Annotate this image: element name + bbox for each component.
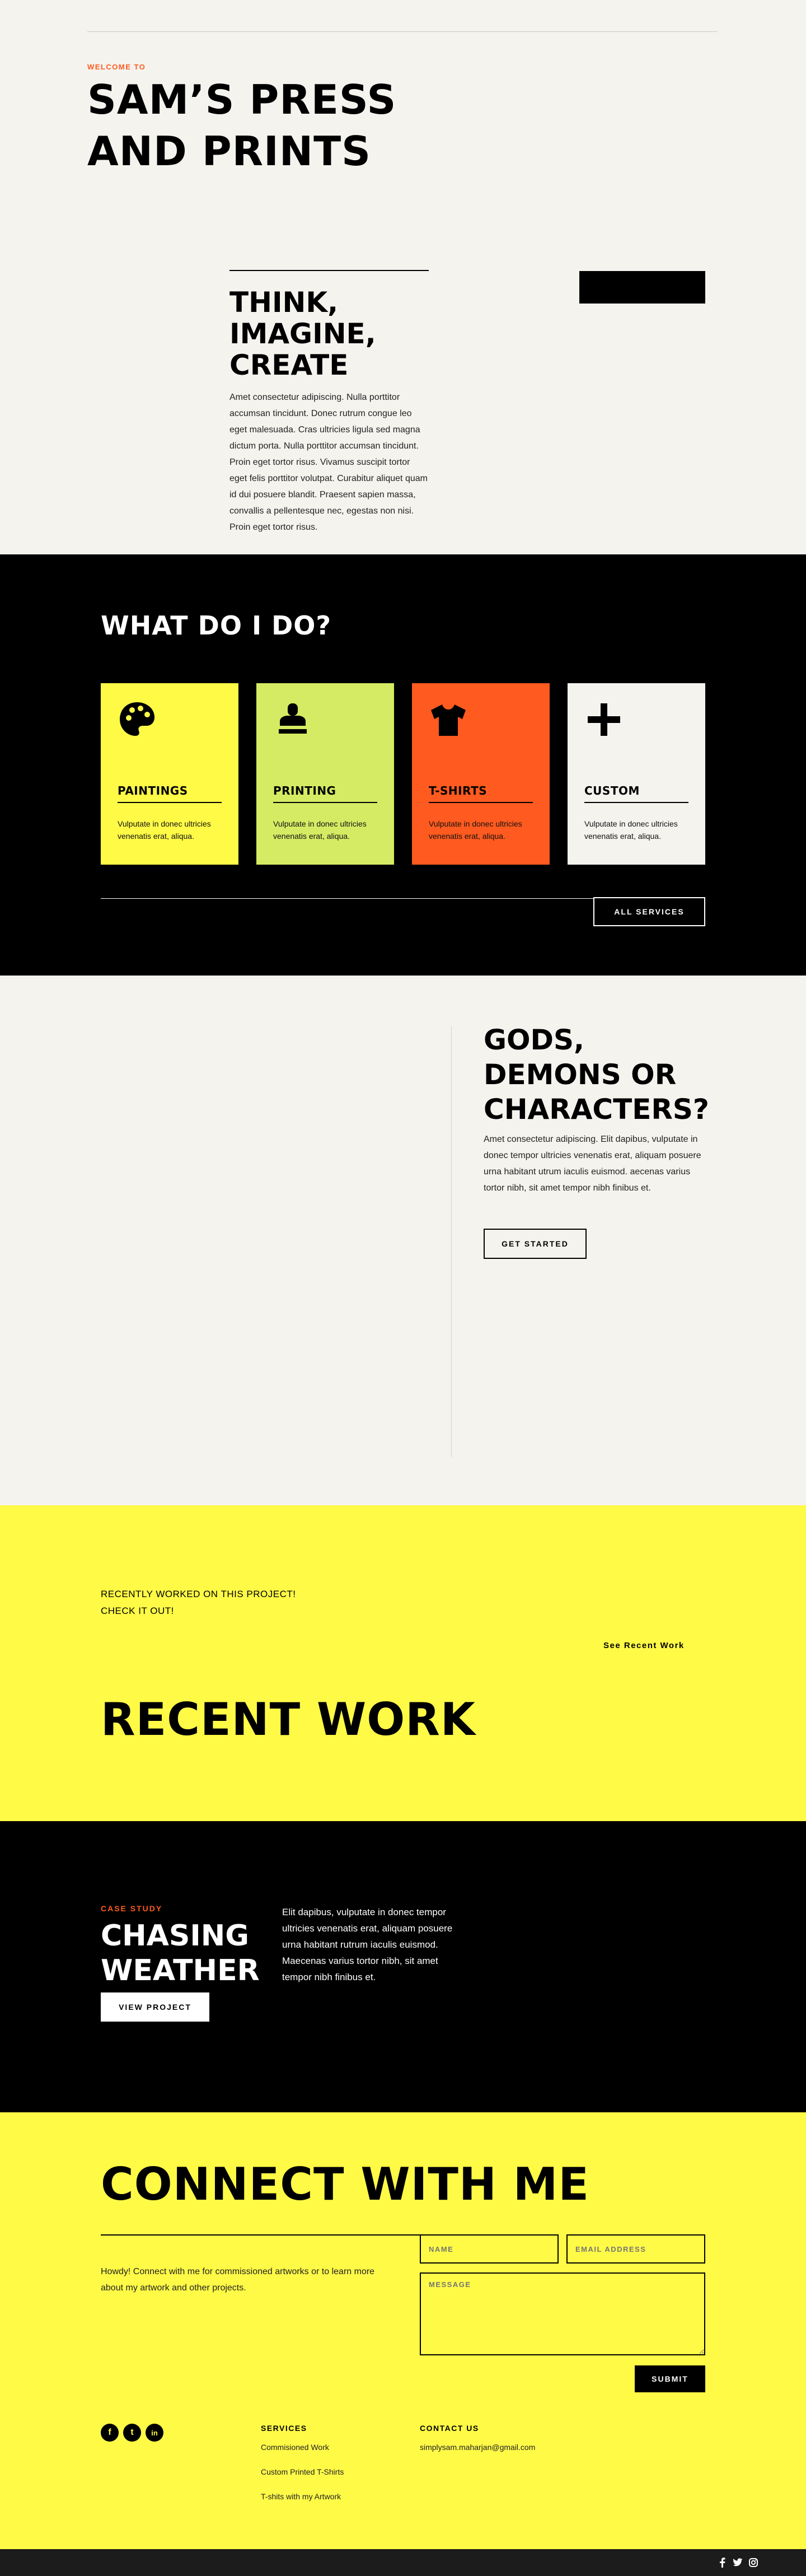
service-label: T-SHIRTS xyxy=(429,784,488,797)
view-project-button[interactable]: VIEW PROJECT xyxy=(101,1992,209,2022)
see-recent-work-link[interactable]: See Recent Work xyxy=(603,1641,685,1650)
stamp-icon xyxy=(273,700,312,739)
service-card-printing[interactable]: PRINTING Vulputate in donec ultricies ve… xyxy=(256,683,394,865)
service-card-tshirts[interactable]: T-SHIRTS Vulputate in donec ultricies ve… xyxy=(412,683,550,865)
hero-body-text: Amet consectetur adipiscing. Nulla portt… xyxy=(229,393,428,532)
service-label: CUSTOM xyxy=(584,784,640,797)
contact-blurb: Howdy! Connect with me for commissioned … xyxy=(101,2267,375,2293)
service-rule xyxy=(118,802,222,803)
contact-divider xyxy=(101,2234,420,2236)
hero-divider xyxy=(87,31,718,32)
recent-note-line: RECENTLY WORKED ON THIS PROJECT! xyxy=(101,1589,296,1599)
service-rule xyxy=(584,802,688,803)
page-title: SAM’S PRESS AND PRINTS xyxy=(87,76,397,175)
service-label: PRINTING xyxy=(273,784,336,797)
footer-bar xyxy=(0,2549,806,2576)
linkedin-icon[interactable]: in xyxy=(146,2424,163,2442)
hero-subtitle: THINK, IMAGINE, CREATE xyxy=(229,286,376,381)
service-description: Vulputate in donec ultricies venenatis e… xyxy=(118,819,211,841)
palette-icon xyxy=(118,700,157,739)
contact-title: CONNECT WITH ME xyxy=(101,2158,590,2210)
case-study-section: CASE STUDY CHASING WEATHER VIEW PROJECT … xyxy=(0,1821,806,2112)
vertical-divider xyxy=(451,1026,452,1457)
case-study-body-text: Elit dapibus, vulputate in donec tempor … xyxy=(282,1907,453,1982)
recent-work-title: RECENT WORK xyxy=(101,1693,476,1746)
contact-column-heading: CONTACT US xyxy=(420,2424,479,2433)
hero-subtitle-rule xyxy=(229,270,429,271)
twitter-icon[interactable] xyxy=(732,2557,743,2568)
hero-eyebrow: WELCOME TO xyxy=(87,63,146,71)
service-card-custom[interactable]: CUSTOM Vulputate in donec ultricies vene… xyxy=(568,683,705,865)
facebook-icon[interactable] xyxy=(716,2557,728,2568)
service-card-paintings[interactable]: PAINTINGS Vulputate in donec ultricies v… xyxy=(101,683,238,865)
service-rule xyxy=(429,802,533,803)
plus-icon xyxy=(584,700,624,739)
tshirt-icon xyxy=(429,700,468,739)
contact-section: CONNECT WITH ME Howdy! Connect with me f… xyxy=(0,2112,806,2549)
services-divider xyxy=(101,898,593,899)
characters-title: GODS, DEMONS OR CHARACTERS? xyxy=(484,1024,709,1126)
all-services-button[interactable]: ALL SERVICES xyxy=(593,897,705,926)
footer-link-custom-shirts[interactable]: Custom Printed T-Shirts xyxy=(261,2467,344,2476)
services-column-heading: SERVICES xyxy=(261,2424,307,2433)
service-rule xyxy=(273,802,377,803)
submit-button[interactable]: SUBMIT xyxy=(635,2365,705,2392)
services-section: WHAT DO I DO? PAINTINGS Vulputate in don… xyxy=(0,554,806,976)
twitter-icon[interactable]: t xyxy=(123,2424,141,2442)
characters-section: GODS, DEMONS OR CHARACTERS? Amet consect… xyxy=(0,976,806,1505)
email-field[interactable] xyxy=(566,2234,705,2264)
service-label: PAINTINGS xyxy=(118,784,188,797)
recent-work-note: RECENTLY WORKED ON THIS PROJECT! CHECK I… xyxy=(101,1586,325,1620)
service-description: Vulputate in donec ultricies venenatis e… xyxy=(273,819,367,841)
message-field[interactable] xyxy=(420,2272,705,2355)
instagram-icon[interactable] xyxy=(748,2557,759,2568)
case-study-title: CHASING WEATHER xyxy=(101,1919,260,1987)
hero-section: WELCOME TO SAM’S PRESS AND PRINTS THINK,… xyxy=(0,0,806,554)
footer-link-commissioned[interactable]: Commisioned Work xyxy=(261,2443,329,2452)
services-title: WHAT DO I DO? xyxy=(101,610,332,641)
hero-image-block xyxy=(579,271,705,304)
case-study-eyebrow: CASE STUDY xyxy=(101,1904,163,1913)
recent-note-line: CHECK IT OUT! xyxy=(101,1606,174,1616)
contact-email-link[interactable]: simplysam.maharjan@gmail.com xyxy=(420,2443,535,2452)
characters-body-text: Amet consectetur adipiscing. Elit dapibu… xyxy=(484,1135,701,1193)
facebook-icon[interactable]: f xyxy=(101,2424,119,2442)
footer-link-artwork-shirts[interactable]: T-shits with my Artwork xyxy=(261,2492,341,2501)
service-description: Vulputate in donec ultricies venenatis e… xyxy=(584,819,678,841)
get-started-button[interactable]: GET STARTED xyxy=(484,1229,587,1259)
service-description: Vulputate in donec ultricies venenatis e… xyxy=(429,819,522,841)
recent-work-section: RECENTLY WORKED ON THIS PROJECT! CHECK I… xyxy=(0,1505,806,1821)
name-field[interactable] xyxy=(420,2234,559,2264)
